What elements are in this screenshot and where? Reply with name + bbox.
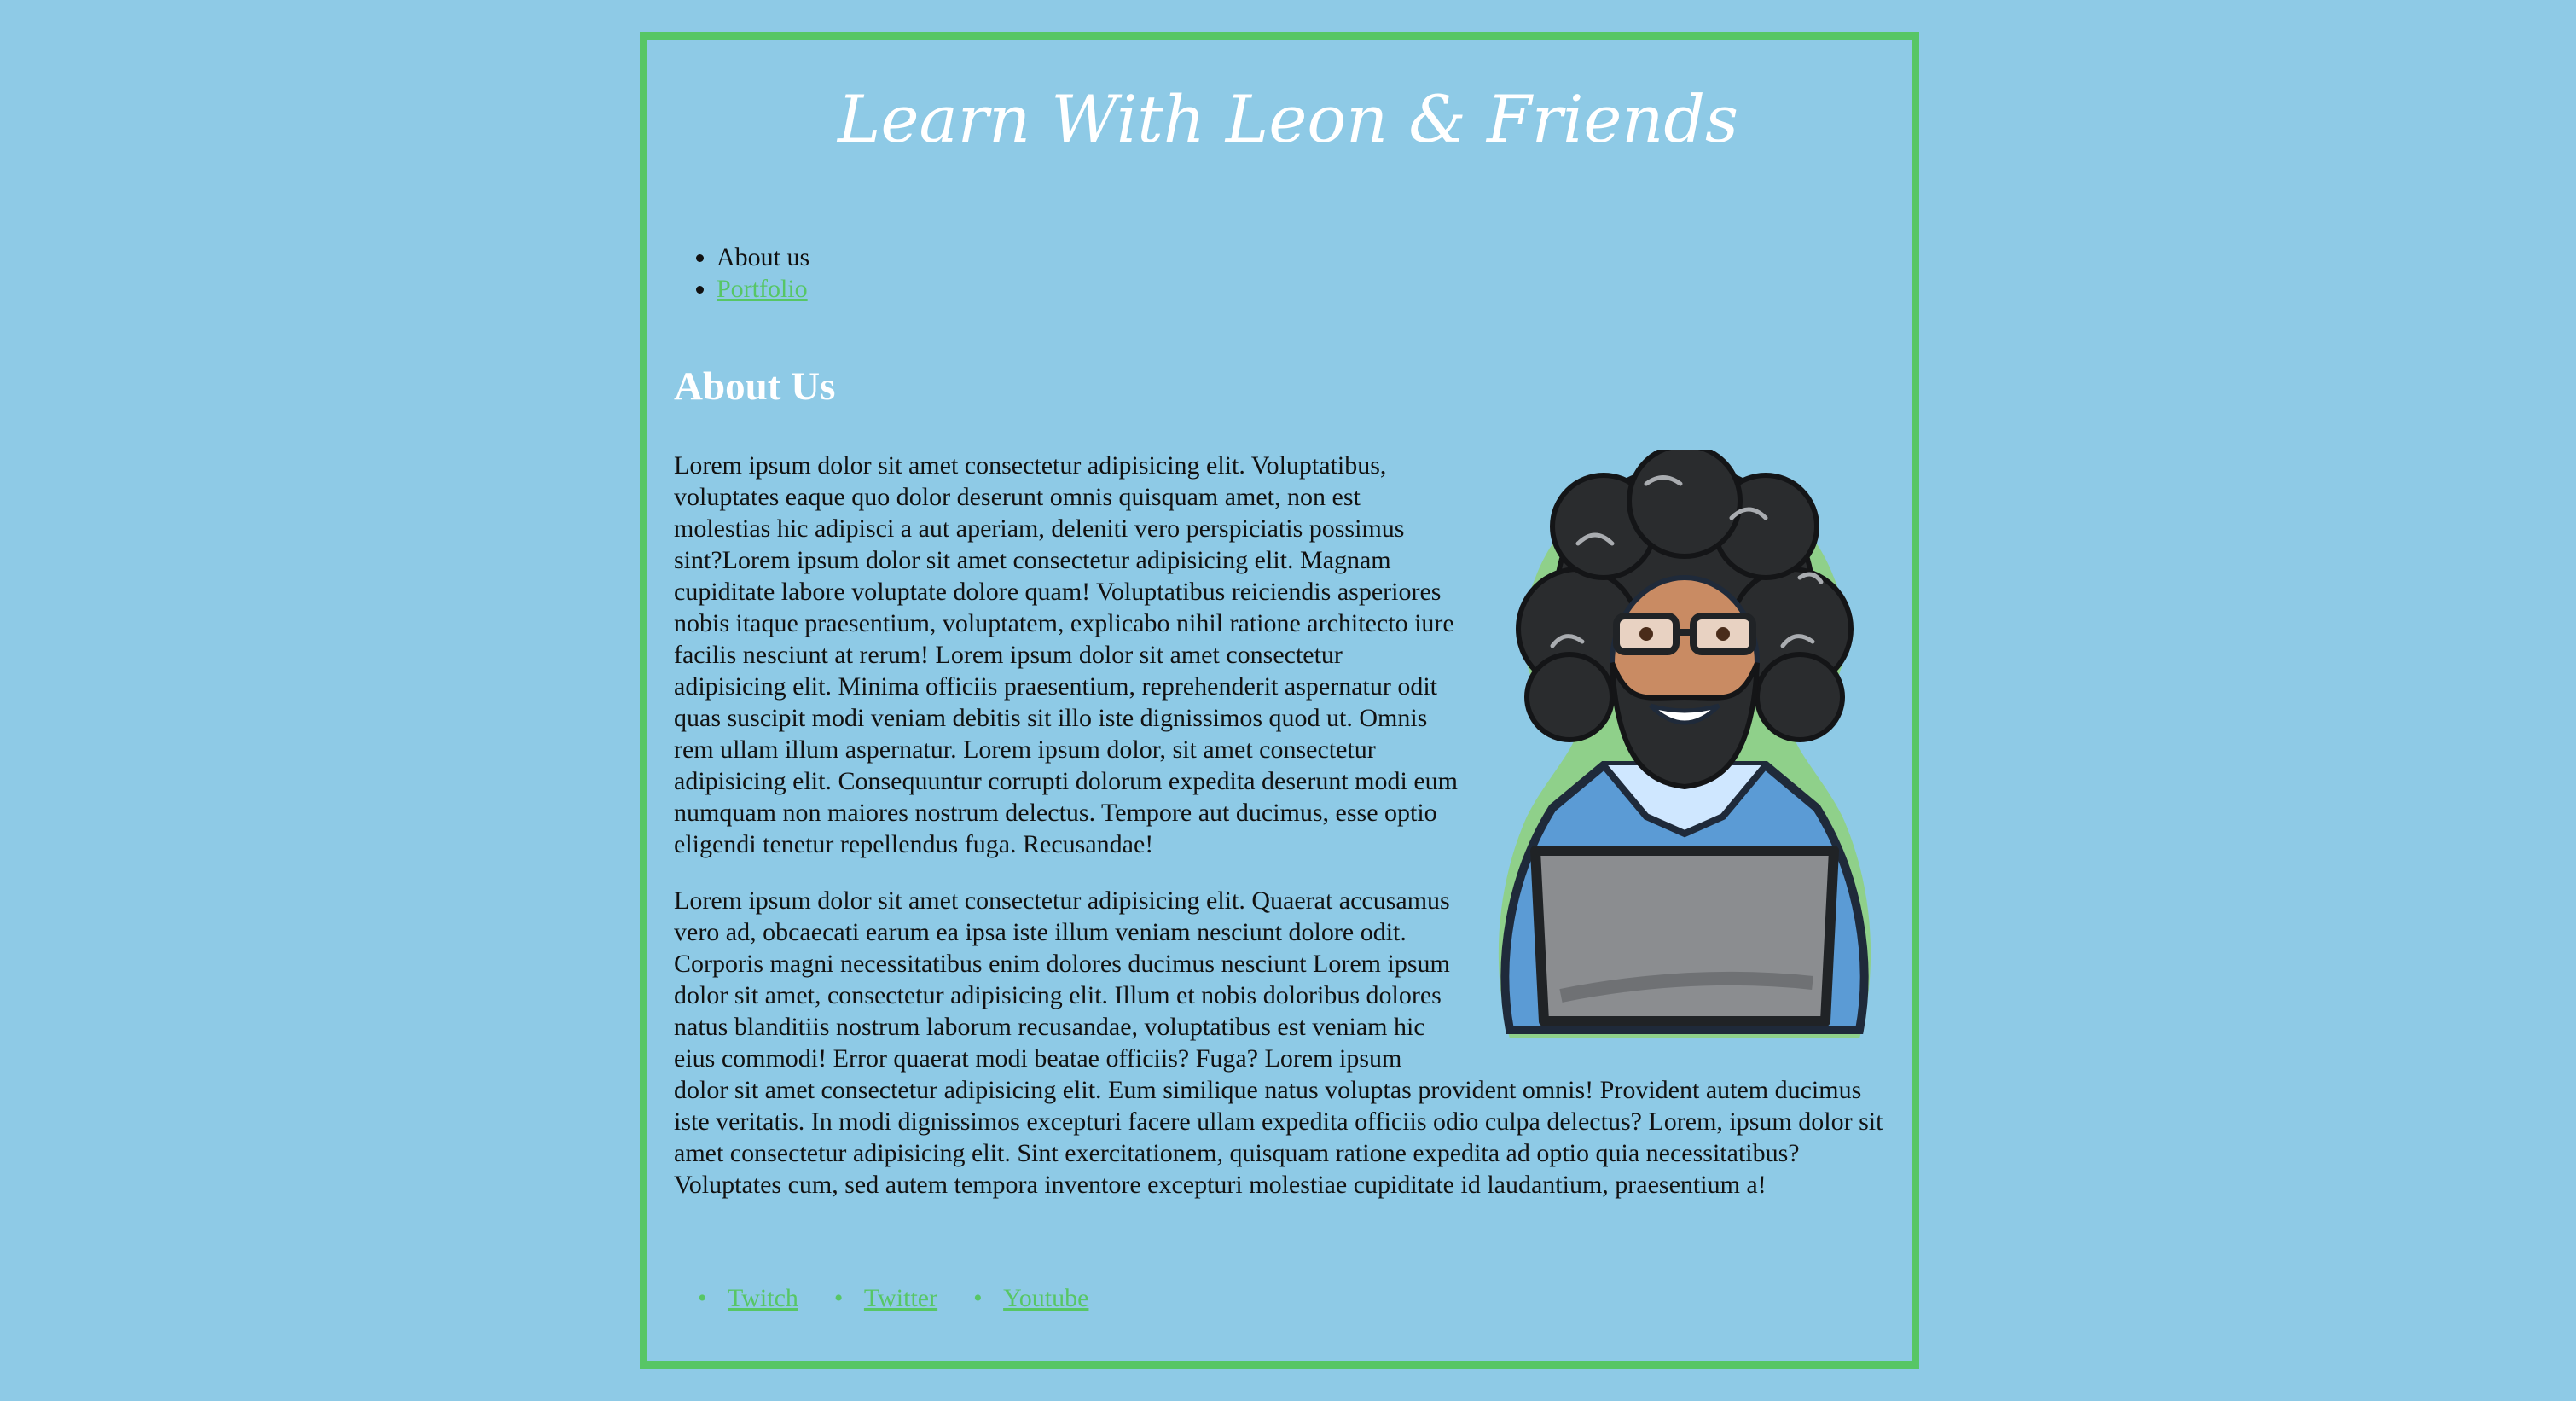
about-heading: About Us bbox=[674, 364, 836, 409]
nav-item-about-label: About us bbox=[717, 243, 810, 271]
social-link-item-twitch: Twitch bbox=[698, 1282, 798, 1316]
twitter-link[interactable]: Twitter bbox=[864, 1284, 937, 1312]
youtube-link[interactable]: Youtube bbox=[1003, 1284, 1088, 1312]
nav-item-about: About us bbox=[717, 241, 809, 273]
site-title: Learn With Leon & Friends bbox=[838, 81, 1738, 157]
social-link-item-twitter: Twitter bbox=[834, 1282, 937, 1316]
main-nav: About us Portfolio bbox=[674, 241, 809, 305]
social-link-item-youtube: Youtube bbox=[973, 1282, 1088, 1316]
avatar-image bbox=[1498, 450, 1871, 1038]
twitch-link[interactable]: Twitch bbox=[728, 1284, 798, 1312]
nav-item-portfolio[interactable]: Portfolio bbox=[717, 273, 809, 305]
social-links: Twitch Twitter Youtube bbox=[674, 1282, 1088, 1316]
about-section: Lorem ipsum dolor sit amet consectetur a… bbox=[674, 450, 1894, 1225]
portfolio-link[interactable]: Portfolio bbox=[717, 275, 808, 303]
